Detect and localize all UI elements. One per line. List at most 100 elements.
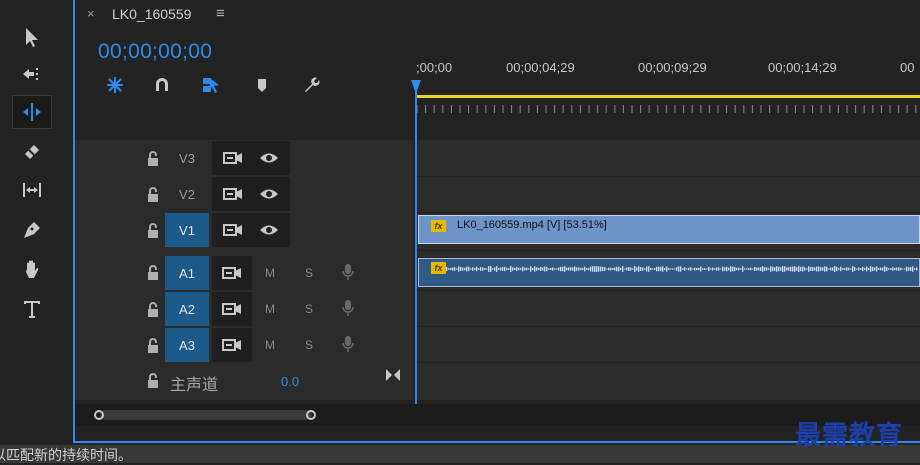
- type-tool-icon[interactable]: [12, 292, 52, 326]
- ripple-edit-tool-icon[interactable]: [12, 95, 52, 129]
- waveform-bar: [528, 268, 530, 270]
- waveform-bar: [826, 266, 828, 272]
- waveform-bar: [462, 267, 464, 271]
- waveform-bar: [600, 266, 602, 272]
- waveform-bar: [512, 267, 514, 271]
- waveform-bar: [586, 268, 588, 270]
- zoom-handle-right[interactable]: [306, 410, 316, 420]
- fx-badge-video[interactable]: fx: [431, 220, 446, 232]
- zoom-scroll-thumb[interactable]: [100, 410, 312, 420]
- add-marker-icon[interactable]: [251, 75, 273, 95]
- waveform-bar: [538, 267, 540, 271]
- expand-tracks-icon[interactable]: [385, 368, 401, 382]
- master-volume-value[interactable]: 0.0: [281, 374, 299, 389]
- snap-magnet-icon[interactable]: [151, 75, 173, 95]
- eye-icon[interactable]: [259, 151, 279, 165]
- waveform-bar: [468, 266, 470, 272]
- waveform-bar: [744, 268, 746, 270]
- panel-menu-icon[interactable]: ≡: [216, 5, 225, 22]
- eye-icon[interactable]: [259, 223, 279, 237]
- playhead-timecode[interactable]: 00;00;00;00: [98, 40, 212, 64]
- waveform-bar: [760, 267, 762, 271]
- lock-v1-icon[interactable]: [146, 223, 160, 239]
- pen-tool-icon[interactable]: [12, 213, 52, 247]
- lock-a1-icon[interactable]: [146, 265, 160, 281]
- selection-tool-icon[interactable]: [12, 20, 52, 54]
- fx-badge-audio[interactable]: fx: [431, 262, 446, 274]
- waveform-bar: [620, 267, 622, 271]
- work-area-bar[interactable]: [415, 95, 920, 98]
- waveform-bar: [564, 266, 566, 272]
- waveform-bar: [504, 266, 506, 272]
- solo-a2-button[interactable]: S: [305, 302, 313, 316]
- zoom-handle-left[interactable]: [94, 410, 104, 420]
- waveform-bar: [506, 267, 508, 271]
- waveform-bar: [712, 267, 714, 271]
- sync-lock-icon[interactable]: [222, 266, 242, 280]
- waveform-bar: [698, 267, 700, 271]
- eye-icon[interactable]: [259, 187, 279, 201]
- lock-v3-icon[interactable]: [146, 151, 160, 167]
- slip-tool-icon[interactable]: [12, 173, 52, 207]
- waveform-bar: [532, 267, 534, 271]
- mute-a2-button[interactable]: M: [265, 302, 275, 316]
- sync-lock-icon[interactable]: [223, 223, 243, 237]
- nest-sequence-icon[interactable]: [104, 75, 126, 95]
- voiceover-mic-a2-icon[interactable]: [342, 299, 354, 317]
- waveform-bar: [610, 267, 612, 271]
- sync-lock-icon[interactable]: [223, 187, 243, 201]
- voiceover-mic-a3-icon[interactable]: [342, 335, 354, 353]
- mute-a1-button[interactable]: M: [265, 266, 275, 280]
- lock-a3-icon[interactable]: [146, 338, 160, 354]
- sync-lock-a3[interactable]: [212, 328, 252, 362]
- voiceover-mic-a1-icon[interactable]: [342, 263, 354, 281]
- playhead-line[interactable]: [415, 82, 417, 404]
- linked-selection-icon[interactable]: [200, 75, 222, 95]
- waveform-bar: [552, 267, 554, 271]
- lock-v2-icon[interactable]: [146, 187, 160, 203]
- hand-tool-icon[interactable]: [12, 252, 52, 286]
- status-bar: [0, 445, 920, 463]
- waveform-bar: [722, 266, 724, 272]
- track-select-tool-icon[interactable]: [12, 57, 52, 91]
- close-tab-icon[interactable]: ×: [87, 6, 95, 21]
- audio-clip[interactable]: [418, 258, 920, 287]
- waveform-bar: [912, 266, 914, 272]
- ruler-label-3: 00;00;14;29: [768, 60, 837, 75]
- sync-lock-icon[interactable]: [222, 338, 242, 352]
- waveform-bar: [776, 266, 778, 272]
- timeline-settings-wrench-icon[interactable]: [300, 75, 322, 95]
- sequence-tab-title[interactable]: LK0_160559: [112, 6, 191, 22]
- waveform-bar: [828, 268, 830, 270]
- mute-a3-button[interactable]: M: [265, 338, 275, 352]
- lock-master-icon[interactable]: [146, 373, 160, 389]
- master-track-label: 主声道: [170, 375, 219, 394]
- sync-lock-a2[interactable]: [212, 292, 252, 326]
- track-target-v2[interactable]: V2: [165, 177, 209, 211]
- waveform-bar: [578, 267, 580, 271]
- track-target-a1[interactable]: A1: [165, 256, 209, 290]
- waveform-bar: [490, 266, 492, 272]
- waveform-bar: [842, 268, 844, 270]
- waveform-bar: [904, 268, 906, 270]
- waveform-bar: [700, 266, 702, 272]
- solo-a1-button[interactable]: S: [305, 266, 313, 280]
- sync-lock-icon[interactable]: [222, 302, 242, 316]
- lock-a2-icon[interactable]: [146, 302, 160, 318]
- waveform-bar: [780, 267, 782, 271]
- waveform-bar: [816, 266, 818, 272]
- track-target-v1[interactable]: V1: [165, 213, 209, 247]
- solo-a3-button[interactable]: S: [305, 338, 313, 352]
- playhead-handle[interactable]: [411, 80, 421, 94]
- track-target-a2[interactable]: A2: [165, 292, 209, 326]
- waveform-bar: [560, 266, 562, 272]
- track-target-a3[interactable]: A3: [165, 328, 209, 362]
- sync-lock-a1[interactable]: [212, 256, 252, 290]
- waveform-bar: [648, 266, 650, 272]
- waveform-bar: [896, 267, 898, 271]
- waveform-bar: [908, 267, 910, 271]
- razor-tool-icon[interactable]: [12, 135, 52, 169]
- track-target-v3[interactable]: V3: [165, 141, 209, 175]
- waveform-bar: [790, 266, 792, 272]
- sync-lock-icon[interactable]: [223, 151, 243, 165]
